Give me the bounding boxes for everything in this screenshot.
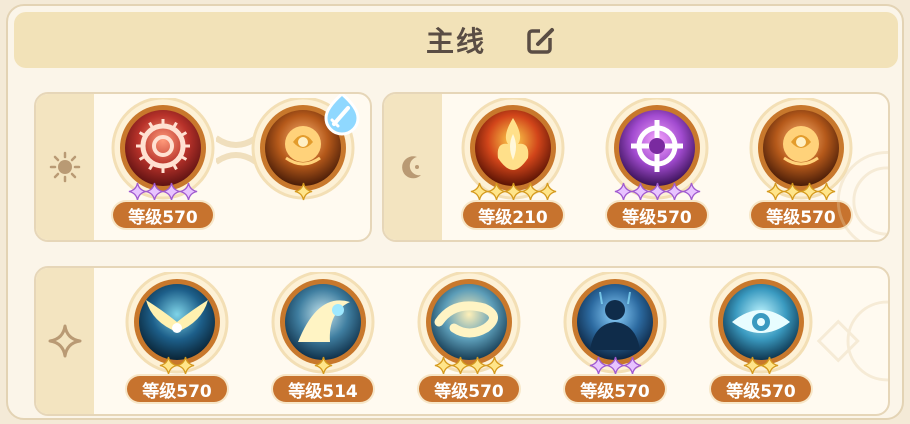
flame-spirit-skill[interactable]: 等级210: [458, 98, 568, 238]
corner-ornament: [816, 300, 888, 382]
vortex-skill[interactable]: 等级570: [414, 272, 524, 412]
star-icon: [623, 356, 641, 375]
star-rating: [414, 356, 524, 375]
star-icon: [682, 182, 700, 201]
corner-ornament: [836, 150, 888, 240]
star-icon: [485, 356, 504, 375]
star-rating: [560, 356, 670, 375]
golden-rose-skill[interactable]: [248, 94, 360, 238]
level-badge: 等级570: [127, 376, 227, 402]
moon-icon: [402, 156, 421, 179]
star-rating: [602, 182, 712, 201]
silhouette-skill[interactable]: 等级570: [560, 272, 670, 412]
star-icon: [538, 182, 556, 201]
main-line-panel: 主线 等级570 等级210 等级570 等级570 等级570 等级514 等…: [6, 4, 904, 420]
level-badge: 等级570: [565, 376, 665, 402]
crosshair-skill[interactable]: 等级570: [602, 98, 712, 238]
star-rating: [706, 356, 816, 375]
skill-group-3: 等级570 等级514 等级570 等级570 等级570: [34, 266, 890, 416]
star-rating: [108, 182, 218, 201]
star-icon: [294, 182, 312, 201]
sparkle-icon: [48, 324, 82, 358]
level-badge: 等级514: [273, 376, 373, 402]
spirit-leap-skill[interactable]: 等级514: [268, 272, 378, 412]
all-seeing-eye-skill[interactable]: 等级570: [706, 272, 816, 412]
star-rating: [122, 356, 232, 375]
skill-group-1: 等级570: [34, 92, 372, 242]
page-title: 主线: [425, 25, 486, 58]
group-3-tab: [36, 268, 94, 414]
sun-icon: [49, 151, 81, 183]
golden-wings-skill[interactable]: 等级570: [122, 272, 232, 412]
group-1-tab: [36, 94, 94, 240]
star-icon: [314, 356, 332, 375]
star-rating: [458, 182, 568, 201]
star-rating: [248, 182, 358, 201]
level-badge: 等级570: [711, 376, 811, 402]
star-rating: [268, 356, 378, 375]
thorn-ring-skill[interactable]: 等级570: [108, 98, 218, 238]
level-badge: 等级210: [463, 202, 563, 228]
star-icon: [179, 182, 198, 201]
star-icon: [760, 356, 779, 375]
skill-group-2: 等级210 等级570 等级570: [382, 92, 890, 242]
level-badge: 等级570: [607, 202, 707, 228]
title-bar: 主线: [14, 12, 898, 68]
level-badge: 等级570: [113, 202, 213, 228]
level-badge: 等级570: [419, 376, 519, 402]
sword-droplet-icon: [324, 94, 360, 136]
star-icon: [176, 356, 195, 375]
edit-icon[interactable]: [526, 26, 556, 56]
group-2-tab: [384, 94, 442, 240]
